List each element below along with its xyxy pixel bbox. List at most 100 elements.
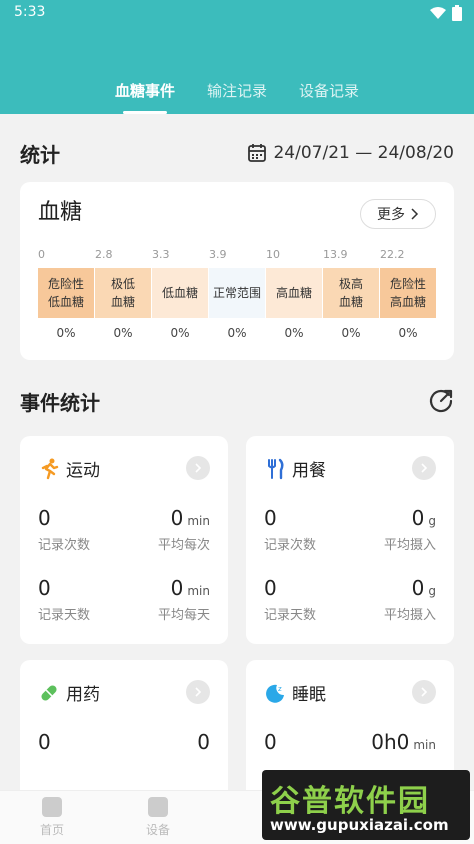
medicine-header: 用药 [38,680,100,705]
sleep-detail-button[interactable] [412,680,436,704]
sleep-title: 睡眠 [292,685,326,705]
meal-detail-button[interactable] [412,456,436,480]
stat-row: 0 0 [38,730,210,776]
level-percent: 0% [56,326,76,340]
stat-label-right: 平均每天 [157,608,210,623]
device-icon [148,797,168,817]
svg-text:z: z [278,685,282,693]
level-high: 高血糖 [266,268,322,318]
events-title: 事件统计 [20,390,100,415]
stat-label-right: 平均每次 [157,538,210,553]
stat-label-right: 平均摄入 [383,608,436,623]
level-percent: 0% [227,326,247,340]
threshold-label: 13.9 [323,248,348,261]
glucose-percentages: 0% 0% 0% 0% 0% 0% 0% [38,326,438,340]
stat-value-right: 0 min [170,576,210,600]
stat-row: 0 0 min 记录天数 平均每天 [38,576,210,623]
threshold-label: 3.3 [152,248,170,261]
stat-value-right: 0g [411,576,436,600]
level-very-low: 极低 血糖 [95,268,151,318]
date-range-text: 24/07/21 — 24/08/20 [273,143,454,163]
stat-label: 记录天数 [38,608,91,623]
more-button[interactable]: 更多 [360,199,436,229]
stat-label: 记录次数 [264,538,317,553]
exercise-card[interactable]: 运动 0 0 min 记录次数 平均每次 0 0 min 记录天数 平均每天 [20,436,228,644]
stats-header: 统计 24/07/21 — 24/08/20 [20,138,454,168]
watermark-url: www.gupuxiazai.com [270,816,449,834]
sleep-header: z 睡眠 [264,680,326,705]
stat-value-right: 0 [197,730,210,754]
level-very-high: 极高 血糖 [323,268,379,318]
glucose-thresholds: 0 2.8 3.3 3.9 10 13.9 22.2 [38,248,438,262]
chevron-right-icon [411,208,419,220]
level-percent: 0% [113,326,133,340]
level-percent: 0% [341,326,361,340]
level-normal: 正常范围 [209,268,265,318]
nav-home-label: 首页 [39,823,64,837]
level-dangerous-high: 危险性 高血糖 [380,268,436,318]
medicine-title: 用药 [66,685,100,705]
watermark: 谷普软件园 www.gupuxiazai.com [262,770,470,840]
pill-icon [41,684,57,701]
stat-value-right: 0g [411,506,436,530]
chevron-right-icon [421,687,428,697]
meal-header: 用餐 [264,456,326,481]
exercise-title: 运动 [66,461,100,481]
medicine-card[interactable]: 用药 0 0 [20,660,228,790]
stat-value-right: 0 min [170,506,210,530]
stat-value: 0 [264,506,277,530]
glucose-title: 血糖 [38,200,83,225]
threshold-label: 3.9 [209,248,227,261]
stat-value: 0 [264,730,277,754]
meal-card[interactable]: 用餐 0 0g 记录次数 平均摄入 0 0g 记录天数 平均摄入 [246,436,454,644]
level-dangerous-low: 危险性 低血糖 [38,268,94,318]
stat-label-right: 平均摄入 [383,538,436,553]
tab-device-records[interactable]: 设备记录 [299,78,359,114]
stat-value: 0 [38,576,51,600]
refresh-icon[interactable] [428,388,454,414]
calendar-icon [248,144,267,162]
level-percent: 0% [170,326,190,340]
more-label: 更多 [377,207,405,223]
threshold-label: 22.2 [380,248,405,261]
battery-icon [452,5,462,21]
running-icon [41,458,59,479]
level-percent: 0% [398,326,418,340]
stat-row: 0 0g 记录次数 平均摄入 [264,506,436,553]
nav-home[interactable]: 首页 [22,797,82,838]
stat-value: 0 [38,506,51,530]
stats-title: 统计 [20,142,60,167]
threshold-label: 0 [38,248,45,261]
level-low: 低血糖 [152,268,208,318]
threshold-label: 10 [266,248,280,261]
moon-icon: z [266,684,284,703]
status-time: 5:33 [14,4,46,20]
nav-device[interactable]: 设备 [128,797,188,838]
date-range[interactable]: 24/07/21 — 24/08/20 [247,143,454,163]
exercise-detail-button[interactable] [186,456,210,480]
cutlery-icon [268,458,284,479]
tab-glucose-events[interactable]: 血糖事件 [115,78,175,114]
glucose-levels: 危险性 低血糖 极低 血糖 低血糖 正常范围 高血糖 极高 血糖 危险性 高血糖 [38,268,438,318]
medicine-detail-button[interactable] [186,680,210,704]
events-header: 事件统计 [20,386,454,416]
stat-value: 0 [264,576,277,600]
tab-infusion-records[interactable]: 输注记录 [207,78,267,114]
stat-label: 记录次数 [38,538,91,553]
threshold-label: 2.8 [95,248,113,261]
tab-bar: 血糖事件 输注记录 设备记录 [0,78,474,114]
home-icon [42,797,62,817]
status-bar: 5:33 [0,0,474,26]
level-percent: 0% [284,326,304,340]
nav-device-label: 设备 [145,823,170,837]
stat-value: 0 [38,730,51,754]
status-icons [430,5,462,21]
main-content[interactable]: 统计 24/07/21 — 24/08/20 血糖 更多 0 2.8 3.3 3… [0,114,474,790]
chevron-right-icon [195,463,202,473]
wifi-icon [430,7,446,19]
stat-label: 记录天数 [264,608,317,623]
exercise-header: 运动 [38,456,100,481]
chevron-right-icon [195,687,202,697]
stat-row: 0 0g 记录天数 平均摄入 [264,576,436,623]
chevron-right-icon [421,463,428,473]
